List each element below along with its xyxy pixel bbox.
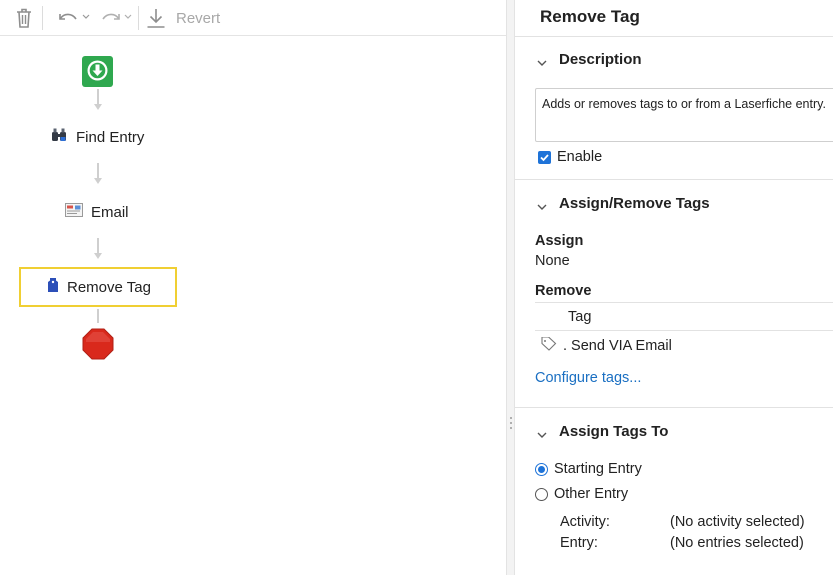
- radio-button[interactable]: [535, 487, 548, 501]
- divider: [515, 36, 833, 37]
- toolbar-divider: [138, 6, 139, 30]
- connector: [97, 309, 99, 323]
- assign-label: Assign: [535, 233, 584, 249]
- checkbox-checked[interactable]: [538, 150, 551, 164]
- tag-icon: [47, 277, 59, 297]
- remove-label: Remove: [535, 283, 592, 299]
- activity-label: Find Entry: [76, 128, 145, 146]
- radio-starting-entry[interactable]: Starting Entry: [535, 461, 642, 477]
- activity-value: (No activity selected): [670, 514, 805, 530]
- activity-label: Email: [91, 203, 129, 221]
- tag-cell: . Send VIA Email: [535, 335, 672, 355]
- section-title: Assign Tags To: [559, 423, 669, 440]
- start-node[interactable]: [82, 56, 113, 87]
- activity-label: Activity:: [560, 514, 610, 530]
- activity-find-entry[interactable]: Find Entry: [51, 125, 144, 149]
- binoculars-icon: [51, 127, 68, 148]
- divider: [515, 407, 833, 408]
- undo-button[interactable]: [56, 0, 92, 36]
- section-description-header[interactable]: Description: [537, 51, 642, 68]
- divider: [515, 179, 833, 180]
- enable-checkbox[interactable]: Enable: [538, 149, 602, 165]
- end-node[interactable]: [82, 328, 114, 360]
- connector: [97, 163, 99, 179]
- table-header: Tag: [535, 302, 833, 331]
- table-row[interactable]: . Send VIA Email: [535, 331, 833, 360]
- properties-panel: Remove Tag Description Adds or removes t…: [515, 0, 833, 575]
- description-field[interactable]: Adds or removes tags to or from a Laserf…: [535, 88, 833, 142]
- tag-name: . Send VIA Email: [563, 337, 672, 354]
- activity-remove-tag[interactable]: Remove Tag: [19, 267, 177, 307]
- chevron-down-icon: [537, 199, 547, 210]
- assign-value: None: [535, 253, 570, 269]
- redo-icon: [98, 8, 134, 28]
- section-title: Description: [559, 51, 642, 68]
- radio-button-selected[interactable]: [535, 462, 548, 476]
- redo-button[interactable]: [98, 0, 134, 36]
- section-title: Assign/Remove Tags: [559, 195, 710, 212]
- trash-icon: [14, 7, 34, 29]
- enable-label: Enable: [557, 149, 603, 165]
- panel-title: Remove Tag: [540, 7, 640, 26]
- connector-arrow: [94, 178, 102, 184]
- radio-label: Other Entry: [554, 486, 629, 502]
- entry-label: Entry:: [560, 535, 598, 551]
- toolbar-divider: [42, 6, 43, 30]
- revert-label: Revert: [176, 9, 221, 27]
- download-icon: [146, 7, 166, 29]
- workflow-designer: Revert Find Entry Email Remove Tag: [0, 0, 506, 575]
- designer-toolbar: Revert: [0, 0, 506, 36]
- connector-arrow: [94, 104, 102, 110]
- chevron-down-icon: [537, 427, 547, 438]
- connector: [97, 89, 99, 105]
- panel-splitter[interactable]: [506, 0, 515, 575]
- undo-icon: [56, 8, 92, 28]
- activity-email[interactable]: Email: [65, 200, 129, 224]
- column-header-tag: Tag: [568, 308, 592, 325]
- splitter-grip: [510, 417, 512, 419]
- email-icon: [65, 203, 83, 221]
- start-download-icon: [86, 59, 109, 85]
- activity-label: Remove Tag: [67, 278, 151, 296]
- entry-value: (No entries selected): [670, 535, 804, 551]
- section-assign-remove-header[interactable]: Assign/Remove Tags: [537, 195, 710, 212]
- configure-tags-link[interactable]: Configure tags...: [535, 370, 641, 386]
- stop-octagon-icon: [82, 328, 114, 363]
- delete-button[interactable]: [14, 0, 34, 36]
- chevron-down-icon: [537, 55, 547, 66]
- connector: [97, 238, 99, 254]
- section-assign-tags-to-header[interactable]: Assign Tags To: [537, 423, 668, 440]
- workflow-canvas: Find Entry Email Remove Tag: [0, 37, 506, 575]
- connector-arrow: [94, 253, 102, 259]
- revert-button[interactable]: Revert: [146, 0, 220, 36]
- splitter-grip: [510, 422, 512, 424]
- splitter-grip: [510, 427, 512, 429]
- radio-other-entry[interactable]: Other Entry: [535, 486, 628, 502]
- remove-tags-table: Tag . Send VIA Email: [535, 302, 833, 360]
- tag-outline-icon: [541, 335, 557, 355]
- radio-label: Starting Entry: [554, 461, 642, 477]
